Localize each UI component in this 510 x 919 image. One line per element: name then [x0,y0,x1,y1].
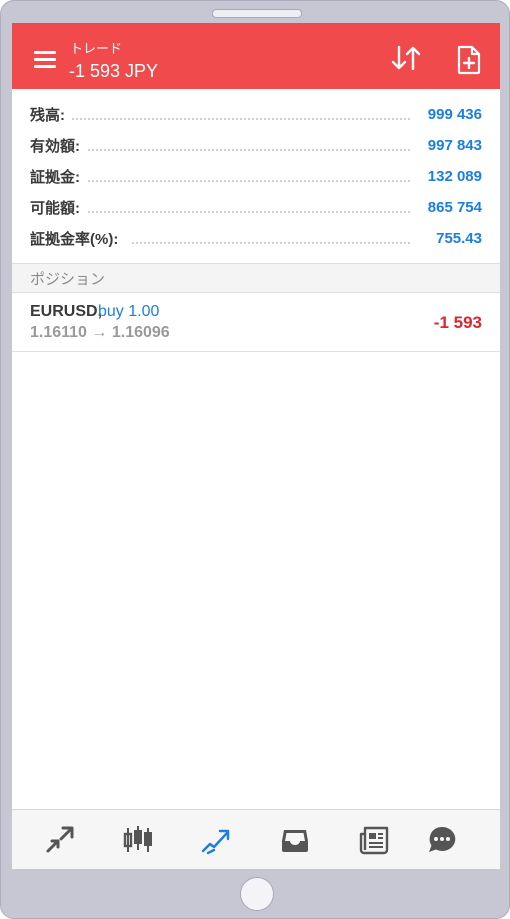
margin-level-label: 証拠金率(%): [30,228,125,249]
chart-icon[interactable] [122,824,154,856]
top-app-bar: トレード -1 593 JPY [12,23,500,89]
bottom-navigation [12,809,500,869]
free-margin-value: 865 754 [421,199,482,216]
position-profit: -1 593 [433,313,482,332]
equity-value: 997 843 [421,137,482,154]
home-button[interactable] [240,877,274,911]
quotes-icon[interactable] [44,824,76,856]
app-screen: トレード -1 593 JPY 残高: 999 436 有効額: 997 843… [12,23,500,869]
margin-value: 132 089 [421,168,482,185]
margin-level-row: 証拠金率(%): 755.43 [12,223,500,254]
row-leader-dots [72,180,410,182]
trade-icon[interactable] [200,824,232,856]
margin-level-value: 755.43 [430,230,482,247]
phone-speaker [212,9,302,18]
margin-row: 証拠金: 132 089 [12,161,500,192]
margin-label: 証拠金: [30,166,86,187]
row-leader-dots [132,242,410,244]
position-prices: 1.16110 → 1.16096 [30,324,170,341]
row-leader-dots [72,211,410,213]
balance-label: 残高: [30,104,71,125]
menu-icon[interactable] [34,51,56,68]
position-symbol: EURUSD, [30,303,103,320]
equity-row: 有効額: 997 843 [12,130,500,161]
news-icon[interactable] [358,824,390,856]
chat-icon[interactable] [426,824,458,856]
row-leader-dots [72,118,410,120]
positions-section-header: ポジション [12,263,500,293]
free-margin-row: 可能額: 865 754 [12,192,500,223]
history-icon[interactable] [279,824,311,856]
position-type: buy 1.00 [98,303,160,320]
account-summary: 残高: 999 436 有効額: 997 843 証拠金: 132 089 可能… [12,89,500,263]
equity-label: 有効額: [30,135,86,156]
balance-value: 999 436 [421,106,482,123]
new-order-icon[interactable] [456,45,482,75]
total-profit: -1 593 JPY [69,61,159,81]
phone-frame: トレード -1 593 JPY 残高: 999 436 有効額: 997 843… [0,0,510,919]
section-title: ポジション [30,271,106,288]
row-leader-dots [72,149,410,151]
page-title: トレード [70,41,123,56]
sort-icon[interactable] [390,45,424,71]
free-margin-label: 可能額: [30,197,86,218]
position-row[interactable]: EURUSD, buy 1.00 1.16110 → 1.16096 -1 59… [12,293,500,352]
balance-row: 残高: 999 436 [12,99,500,130]
